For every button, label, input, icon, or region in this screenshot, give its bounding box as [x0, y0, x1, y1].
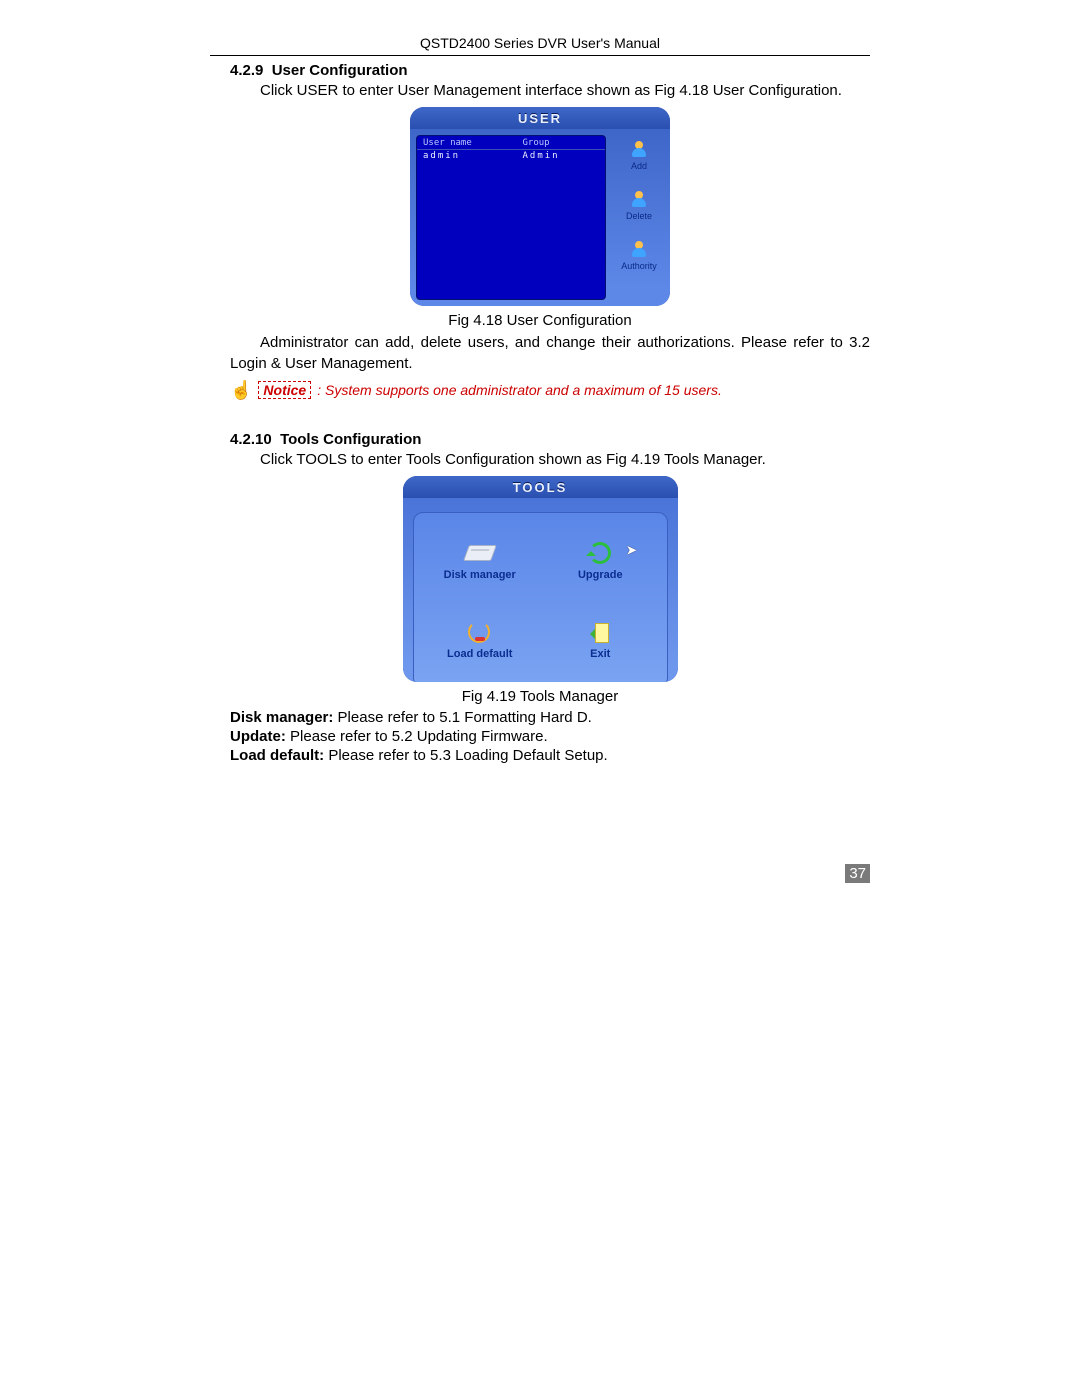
s2-paragraph-1: Click TOOLS to enter Tools Configuration…	[230, 450, 870, 470]
section-4-2-9-title: 4.2.9 User Configuration	[230, 62, 870, 79]
exit-icon	[585, 620, 615, 644]
exit-label: Exit	[590, 648, 610, 660]
ref-disk-manager: Disk manager: Please refer to 5.1 Format…	[230, 709, 870, 726]
section-number: 4.2.9	[230, 62, 263, 79]
tools-window-title: TOOLS	[403, 476, 678, 498]
ref-update: Update: Please refer to 5.2 Updating Fir…	[230, 728, 870, 745]
authority-label: Authority	[621, 261, 657, 271]
notice-text: : System supports one administrator and …	[317, 382, 722, 398]
section-number: 4.2.10	[230, 431, 272, 448]
upgrade-label: Upgrade	[578, 569, 623, 581]
delete-user-button[interactable]: Delete	[614, 189, 664, 221]
doc-header: QSTD2400 Series DVR User's Manual	[210, 35, 870, 51]
section-name: User Configuration	[272, 62, 408, 79]
user-table: User name Group admin Admin	[416, 135, 606, 300]
s1-paragraph-2: Administrator can add, delete users, and…	[230, 333, 870, 374]
load-default-label: Load default	[447, 648, 512, 660]
notice-row: ☝ Notice : System supports one administr…	[230, 380, 870, 401]
delete-label: Delete	[626, 211, 652, 221]
ref-default-text: Please refer to 5.3 Loading Default Setu…	[324, 747, 608, 764]
user-window-title: USER	[410, 107, 670, 129]
add-user-icon	[627, 139, 651, 159]
col-group: Group	[522, 138, 599, 148]
fig-4-18-caption: Fig 4.18 User Configuration	[210, 312, 870, 329]
exit-button[interactable]: Exit	[585, 620, 615, 660]
notice-label: Notice	[258, 381, 311, 399]
ref-load-default: Load default: Please refer to 5.3 Loadin…	[230, 747, 870, 764]
header-rule	[210, 55, 870, 56]
ref-disk-text: Please refer to 5.1 Formatting Hard D.	[333, 709, 591, 726]
load-default-button[interactable]: Load default	[447, 620, 512, 660]
table-row[interactable]: admin Admin	[417, 150, 605, 162]
col-username: User name	[423, 138, 522, 148]
page-number-wrap: 37	[210, 864, 870, 883]
section-4-2-10-title: 4.2.10 Tools Configuration	[230, 431, 870, 448]
authority-button[interactable]: Authority	[614, 239, 664, 271]
ref-default-bold: Load default:	[230, 747, 324, 764]
disk-label: Disk manager	[444, 569, 516, 581]
disk-manager-button[interactable]: Disk manager	[444, 541, 516, 581]
fig-4-19-caption: Fig 4.19 Tools Manager	[210, 688, 870, 705]
add-user-button[interactable]: Add	[614, 139, 664, 171]
user-config-window: USER User name Group admin Admin Add	[410, 107, 670, 306]
authority-icon	[627, 239, 651, 259]
s1-paragraph-1: Click USER to enter User Management inte…	[230, 81, 870, 101]
disk-icon	[465, 541, 495, 565]
load-default-icon	[465, 620, 495, 644]
cell-username: admin	[423, 151, 522, 161]
tools-window: TOOLS Disk manager Upgrade ➤ Load defaul…	[403, 476, 678, 682]
add-label: Add	[631, 161, 647, 171]
ref-update-text: Please refer to 5.2 Updating Firmware.	[286, 728, 548, 745]
upgrade-button[interactable]: Upgrade ➤	[578, 541, 623, 581]
ref-disk-bold: Disk manager:	[230, 709, 333, 726]
upgrade-icon	[585, 541, 615, 565]
delete-user-icon	[627, 189, 651, 209]
cell-group: Admin	[522, 151, 599, 161]
section-name: Tools Configuration	[280, 431, 421, 448]
ref-update-bold: Update:	[230, 728, 286, 745]
page-number: 37	[845, 864, 870, 883]
cursor-icon: ➤	[627, 543, 637, 557]
pointing-hand-icon: ☝	[230, 380, 252, 401]
